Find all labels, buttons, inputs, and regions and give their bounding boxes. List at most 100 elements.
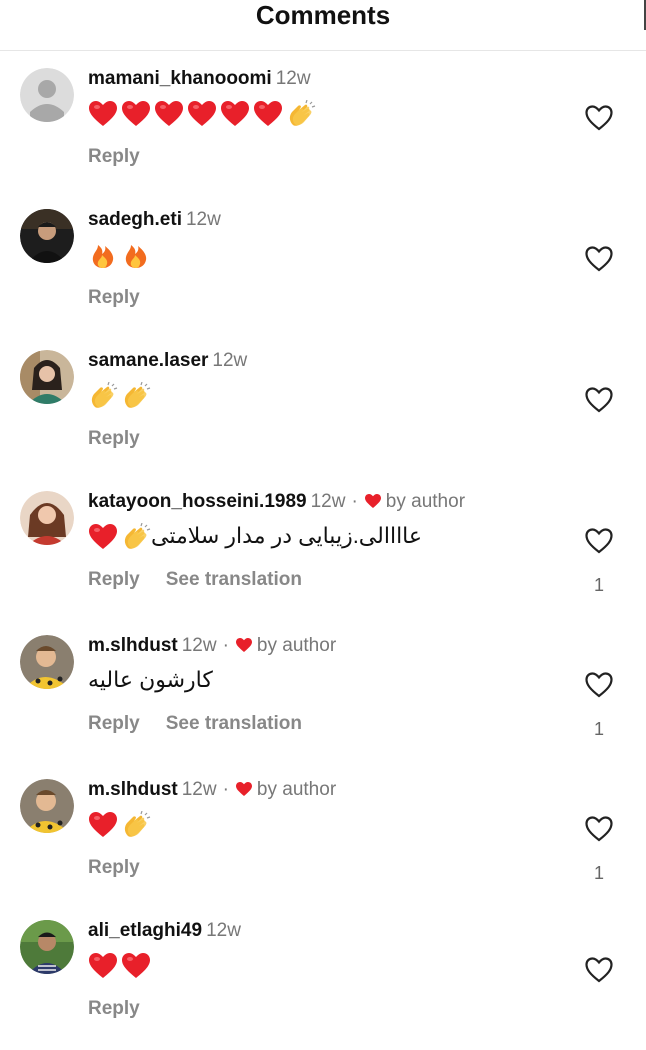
timestamp: 12w bbox=[275, 68, 311, 89]
comment-item: katayoon_hosseini.1989 12w · by author عااا… bbox=[0, 491, 646, 621]
like-count: 1 bbox=[593, 863, 604, 883]
like-heart-icon[interactable] bbox=[584, 104, 614, 132]
clapping-hands-emoji-icon bbox=[121, 522, 151, 551]
separator-dot: · bbox=[351, 491, 358, 512]
username[interactable]: m.slhdust bbox=[88, 779, 178, 800]
username[interactable]: m.slhdust bbox=[88, 635, 178, 656]
comment-meta: ali_etlaghi49 12w bbox=[88, 920, 241, 942]
clapping-hands-emoji-icon bbox=[121, 381, 151, 410]
comment-meta: m.slhdust 12w · by author bbox=[88, 779, 336, 801]
username[interactable]: ali_etlaghi49 bbox=[88, 920, 202, 941]
comment-item: m.slhdust 12w · by author Reply 1 bbox=[0, 779, 646, 909]
username[interactable]: katayoon_hosseini.1989 bbox=[88, 491, 307, 512]
red-heart-emoji-icon bbox=[121, 100, 151, 128]
red-heart-emoji-icon bbox=[88, 952, 118, 980]
red-heart-emoji-icon bbox=[88, 523, 118, 551]
avatar[interactable] bbox=[20, 209, 74, 263]
username[interactable]: sadegh.eti bbox=[88, 209, 182, 230]
comment-text bbox=[88, 809, 151, 839]
avatar-placeholder[interactable] bbox=[20, 68, 74, 122]
reply-button[interactable]: Reply bbox=[88, 857, 140, 878]
timestamp: 12w bbox=[206, 920, 241, 941]
timestamp: 12w bbox=[310, 491, 346, 512]
reply-button[interactable]: Reply bbox=[88, 287, 140, 308]
red-heart-emoji-icon bbox=[88, 100, 118, 128]
comment-actions: Reply bbox=[88, 287, 140, 309]
author-heart-icon bbox=[235, 637, 253, 653]
comments-header: Comments bbox=[0, 0, 646, 51]
comment-actions: Reply See translation bbox=[88, 713, 302, 735]
like-heart-icon[interactable] bbox=[584, 527, 614, 555]
reply-button[interactable]: Reply bbox=[88, 146, 140, 167]
clapping-hands-emoji-icon bbox=[88, 381, 118, 410]
username[interactable]: mamani_khanooomi bbox=[88, 68, 272, 89]
emoji-row bbox=[88, 810, 151, 839]
like-heart-icon[interactable] bbox=[584, 386, 614, 414]
by-author-label: by author bbox=[256, 779, 337, 800]
timestamp: 12w bbox=[185, 209, 221, 230]
like-heart-icon[interactable] bbox=[584, 671, 614, 699]
comment-actions: Reply See translation bbox=[88, 569, 302, 591]
by-author-label: by author bbox=[256, 635, 337, 656]
comment-text bbox=[88, 239, 151, 269]
red-heart-emoji-icon bbox=[154, 100, 184, 128]
see-translation-button[interactable]: See translation bbox=[166, 569, 302, 590]
red-heart-emoji-icon bbox=[187, 100, 217, 128]
reply-button[interactable]: Reply bbox=[88, 569, 140, 590]
emoji-row bbox=[88, 522, 151, 551]
timestamp: 12w bbox=[181, 635, 217, 656]
comment-actions: Reply bbox=[88, 428, 140, 450]
avatar[interactable] bbox=[20, 920, 74, 974]
like-heart-icon[interactable] bbox=[584, 245, 614, 273]
red-heart-emoji-icon bbox=[88, 811, 118, 839]
author-heart-icon bbox=[235, 781, 253, 797]
comment-actions: Reply bbox=[88, 146, 140, 168]
avatar[interactable] bbox=[20, 779, 74, 833]
see-translation-button[interactable]: See translation bbox=[166, 713, 302, 734]
comment-body: عاااالی.زیبایی در مدار سلامتی bbox=[151, 523, 423, 548]
by-author-label: by author bbox=[385, 491, 466, 512]
like-heart-icon[interactable] bbox=[584, 956, 614, 984]
reply-button[interactable]: Reply bbox=[88, 428, 140, 449]
clapping-hands-emoji-icon bbox=[121, 810, 151, 839]
emoji-row bbox=[88, 381, 151, 410]
comment-item: ali_etlaghi49 12w Reply bbox=[0, 920, 646, 1050]
emoji-row bbox=[88, 241, 151, 269]
reply-button[interactable]: Reply bbox=[88, 713, 140, 734]
like-heart-icon[interactable] bbox=[584, 815, 614, 843]
timestamp: 12w bbox=[212, 350, 248, 371]
emoji-row bbox=[88, 99, 316, 128]
page-title: Comments bbox=[255, 0, 391, 30]
red-heart-emoji-icon bbox=[121, 952, 151, 980]
comment-text bbox=[88, 380, 151, 410]
comment-meta: katayoon_hosseini.1989 12w · by author bbox=[88, 491, 465, 513]
author-heart-icon bbox=[364, 493, 382, 509]
comment-meta: sadegh.eti 12w bbox=[88, 209, 221, 231]
avatar[interactable] bbox=[20, 635, 74, 689]
separator-dot: · bbox=[222, 635, 229, 656]
timestamp: 12w bbox=[181, 779, 217, 800]
fire-emoji-icon bbox=[88, 241, 118, 269]
fire-emoji-icon bbox=[121, 241, 151, 269]
comment-text bbox=[88, 98, 316, 128]
like-count: 1 bbox=[593, 575, 604, 595]
comment-item: sadegh.eti 12w Reply bbox=[0, 209, 646, 339]
like-count: 1 bbox=[593, 719, 604, 739]
comment-item: mamani_khanooomi 12w Reply bbox=[0, 68, 646, 198]
red-heart-emoji-icon bbox=[220, 100, 250, 128]
emoji-row bbox=[88, 952, 151, 980]
separator-dot: · bbox=[222, 779, 229, 800]
comment-item: samane.laser 12w Reply bbox=[0, 350, 646, 480]
comment-item: m.slhdust 12w · by author کارشون عالیه Repl… bbox=[0, 635, 646, 765]
comment-actions: Reply bbox=[88, 998, 140, 1020]
comment-text: کارشون عالیه bbox=[88, 665, 213, 695]
clapping-hands-emoji-icon bbox=[286, 99, 316, 128]
comment-text bbox=[88, 950, 151, 980]
red-heart-emoji-icon bbox=[253, 100, 283, 128]
comment-meta: m.slhdust 12w · by author bbox=[88, 635, 336, 657]
avatar[interactable] bbox=[20, 350, 74, 404]
reply-button[interactable]: Reply bbox=[88, 998, 140, 1019]
username[interactable]: samane.laser bbox=[88, 350, 208, 371]
avatar[interactable] bbox=[20, 491, 74, 545]
comment-meta: samane.laser 12w bbox=[88, 350, 247, 372]
